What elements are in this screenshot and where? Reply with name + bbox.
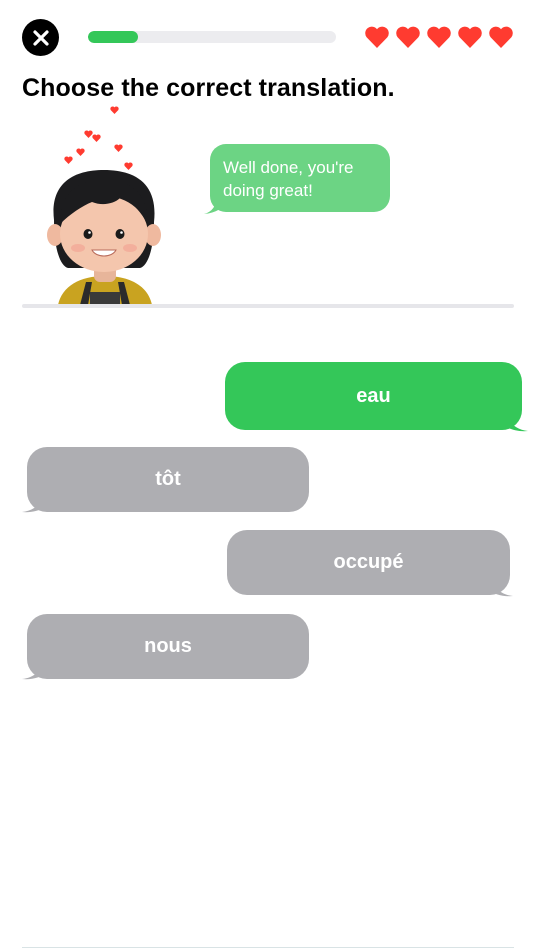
bottom-divider bbox=[22, 947, 514, 948]
option-label: occupé bbox=[333, 551, 404, 573]
option-occupe-button[interactable]: occupé bbox=[227, 530, 510, 595]
option-nous-button[interactable]: nous bbox=[27, 614, 309, 679]
heart-icon bbox=[489, 26, 513, 48]
heart-icon bbox=[396, 26, 420, 48]
close-icon bbox=[32, 29, 49, 46]
prompt-title: Choose the correct translation. bbox=[22, 74, 395, 102]
lives-hearts bbox=[364, 25, 514, 49]
lesson-progress-bar bbox=[88, 31, 336, 43]
option-eau-button[interactable]: eau bbox=[225, 362, 522, 430]
feedback-speech-bubble: Well done, you're doing great! bbox=[210, 144, 390, 212]
heart-icon bbox=[427, 26, 451, 48]
option-label: eau bbox=[356, 384, 391, 407]
heart-icon bbox=[458, 26, 482, 48]
heart-icon bbox=[365, 26, 389, 48]
close-button[interactable] bbox=[22, 19, 59, 56]
option-label: tôt bbox=[155, 468, 181, 490]
lesson-progress-fill bbox=[88, 31, 138, 43]
tutor-avatar bbox=[40, 100, 170, 305]
avatar-illustration bbox=[47, 170, 161, 305]
option-tot-button[interactable]: tôt bbox=[27, 447, 309, 512]
section-divider bbox=[22, 304, 514, 308]
option-label: nous bbox=[144, 635, 192, 657]
